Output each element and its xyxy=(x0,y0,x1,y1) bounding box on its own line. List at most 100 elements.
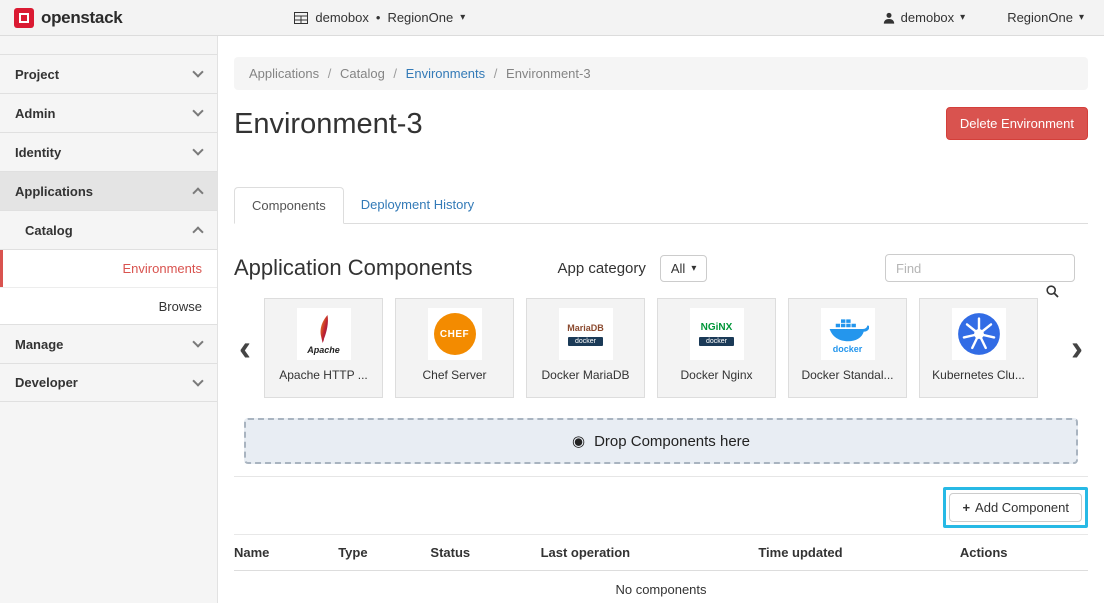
apache-logo-text: Apache xyxy=(307,345,340,355)
section-divider xyxy=(234,476,1088,477)
context-project: demobox xyxy=(315,10,368,25)
drop-target-icon: ◉ xyxy=(572,432,585,450)
caret-down-icon: ▾ xyxy=(460,12,465,23)
empty-message: No components xyxy=(234,571,1088,603)
delete-environment-button[interactable]: Delete Environment xyxy=(946,107,1088,140)
components-carousel: ‹ Apache Apache HTTP ... CHE xyxy=(234,298,1088,398)
kubernetes-helm-icon xyxy=(952,308,1006,360)
chevron-down-icon xyxy=(192,105,203,116)
component-card-chef[interactable]: CHEF Chef Server xyxy=(395,298,514,398)
component-card-name: Apache HTTP ... xyxy=(279,368,367,382)
openstack-brand[interactable]: openstack xyxy=(14,8,122,28)
sidebar-item-admin[interactable]: Admin xyxy=(0,93,217,132)
table-empty-row: No components xyxy=(234,571,1088,603)
openstack-logo-icon xyxy=(14,8,34,28)
add-component-label: Add Component xyxy=(975,500,1069,515)
sidebar-item-manage[interactable]: Manage xyxy=(0,324,217,363)
chevron-down-icon xyxy=(192,66,203,77)
sidebar-item-browse[interactable]: Browse xyxy=(0,287,217,324)
dropzone-text: Drop Components here xyxy=(594,433,750,450)
sidebar-catalog-group: Environments Browse xyxy=(0,249,217,324)
column-header-type: Type xyxy=(338,535,430,571)
caret-down-icon: ▾ xyxy=(960,12,965,23)
table-header-row: Name Type Status Last operation Time upd… xyxy=(234,535,1088,571)
chef-logo-text: CHEF xyxy=(440,329,469,340)
column-header-status: Status xyxy=(430,535,540,571)
components-heading: Application Components xyxy=(234,255,472,281)
component-card-name: Kubernetes Clu... xyxy=(932,368,1025,382)
add-component-row: + Add Component xyxy=(234,487,1088,528)
component-card-docker[interactable]: docker Docker Standal... xyxy=(788,298,907,398)
docker-badge: docker xyxy=(568,337,603,346)
chevron-up-icon xyxy=(192,226,203,237)
sidebar-item-applications[interactable]: Applications xyxy=(0,171,217,210)
find-wrapper xyxy=(885,254,1075,282)
breadcrumb-applications: Applications xyxy=(249,66,319,81)
component-card-mariadb[interactable]: MariaDB docker Docker MariaDB xyxy=(526,298,645,398)
app-category-label: App category xyxy=(557,260,645,277)
breadcrumb-separator: / xyxy=(393,66,397,81)
user-menu[interactable]: demobox ▾ xyxy=(883,10,966,25)
domain-grid-icon xyxy=(294,12,308,24)
docker-badge: docker xyxy=(699,337,734,346)
chevron-down-icon xyxy=(192,375,203,386)
main-content: Applications / Catalog / Environments / … xyxy=(218,36,1104,603)
docker-logo-text: docker xyxy=(833,344,863,354)
project-region-switcher[interactable]: demobox • RegionOne ▾ xyxy=(294,10,465,25)
sidebar-item-catalog[interactable]: Catalog xyxy=(0,210,217,249)
sidebar-item-environments[interactable]: Environments xyxy=(0,250,217,287)
tab-deployment-history[interactable]: Deployment History xyxy=(344,187,491,223)
region-menu[interactable]: RegionOne ▾ xyxy=(1007,10,1084,25)
tab-components[interactable]: Components xyxy=(234,187,344,224)
region-name: RegionOne xyxy=(1007,10,1073,25)
sidebar: Project Admin Identity Applications Cata… xyxy=(0,36,218,603)
plus-icon: + xyxy=(962,500,970,515)
component-card-kubernetes[interactable]: Kubernetes Clu... xyxy=(919,298,1038,398)
app-category-value: All xyxy=(671,261,685,276)
column-header-actions: Actions xyxy=(960,535,1088,571)
sidebar-label-manage: Manage xyxy=(15,337,63,352)
carousel-next-button[interactable]: › xyxy=(1066,300,1088,396)
user-name: demobox xyxy=(901,10,954,25)
drop-components-zone[interactable]: ◉ Drop Components here xyxy=(244,418,1078,464)
page-header: Environment-3 Delete Environment xyxy=(234,107,1088,141)
find-input[interactable] xyxy=(885,254,1075,282)
breadcrumb: Applications / Catalog / Environments / … xyxy=(234,57,1088,90)
sidebar-item-identity[interactable]: Identity xyxy=(0,132,217,171)
search-icon[interactable] xyxy=(1046,285,1059,298)
chevron-down-icon xyxy=(192,336,203,347)
user-icon xyxy=(883,12,895,24)
component-card-nginx[interactable]: NGiNX docker Docker Nginx xyxy=(657,298,776,398)
add-component-button[interactable]: + Add Component xyxy=(949,493,1082,522)
app-category-dropdown[interactable]: All ▾ xyxy=(660,255,707,282)
sidebar-label-developer: Developer xyxy=(15,375,78,390)
mariadb-logo-icon: MariaDB docker xyxy=(559,308,613,360)
sidebar-item-developer[interactable]: Developer xyxy=(0,363,217,402)
component-card-apache[interactable]: Apache Apache HTTP ... xyxy=(264,298,383,398)
component-cards: Apache Apache HTTP ... CHEF Chef Server … xyxy=(264,298,1058,398)
sidebar-label-browse: Browse xyxy=(159,299,202,314)
sidebar-label-admin: Admin xyxy=(15,106,55,121)
carousel-prev-button[interactable]: ‹ xyxy=(234,300,256,396)
breadcrumb-environments-link[interactable]: Environments xyxy=(406,66,485,81)
column-header-name: Name xyxy=(234,535,338,571)
components-header: Application Components App category All … xyxy=(234,254,1088,282)
nginx-logo-text: NGiNX xyxy=(701,322,733,333)
context-separator: • xyxy=(376,10,381,25)
breadcrumb-separator: / xyxy=(328,66,332,81)
breadcrumb-catalog: Catalog xyxy=(340,66,385,81)
tab-bar: Components Deployment History xyxy=(234,187,1088,224)
component-card-name: Docker Nginx xyxy=(680,368,752,382)
page-title: Environment-3 xyxy=(234,107,423,141)
component-card-name: Docker Standal... xyxy=(801,368,893,382)
caret-down-icon: ▾ xyxy=(691,263,696,274)
breadcrumb-current: Environment-3 xyxy=(506,66,591,81)
column-header-last-operation: Last operation xyxy=(541,535,759,571)
sidebar-label-environments: Environments xyxy=(123,261,202,276)
docker-whale-icon: docker xyxy=(821,308,875,360)
chef-logo-icon: CHEF xyxy=(428,308,482,360)
chevron-up-icon xyxy=(192,187,203,198)
sidebar-item-project[interactable]: Project xyxy=(0,54,217,93)
chevron-down-icon xyxy=(192,144,203,155)
chef-circle: CHEF xyxy=(434,313,476,355)
